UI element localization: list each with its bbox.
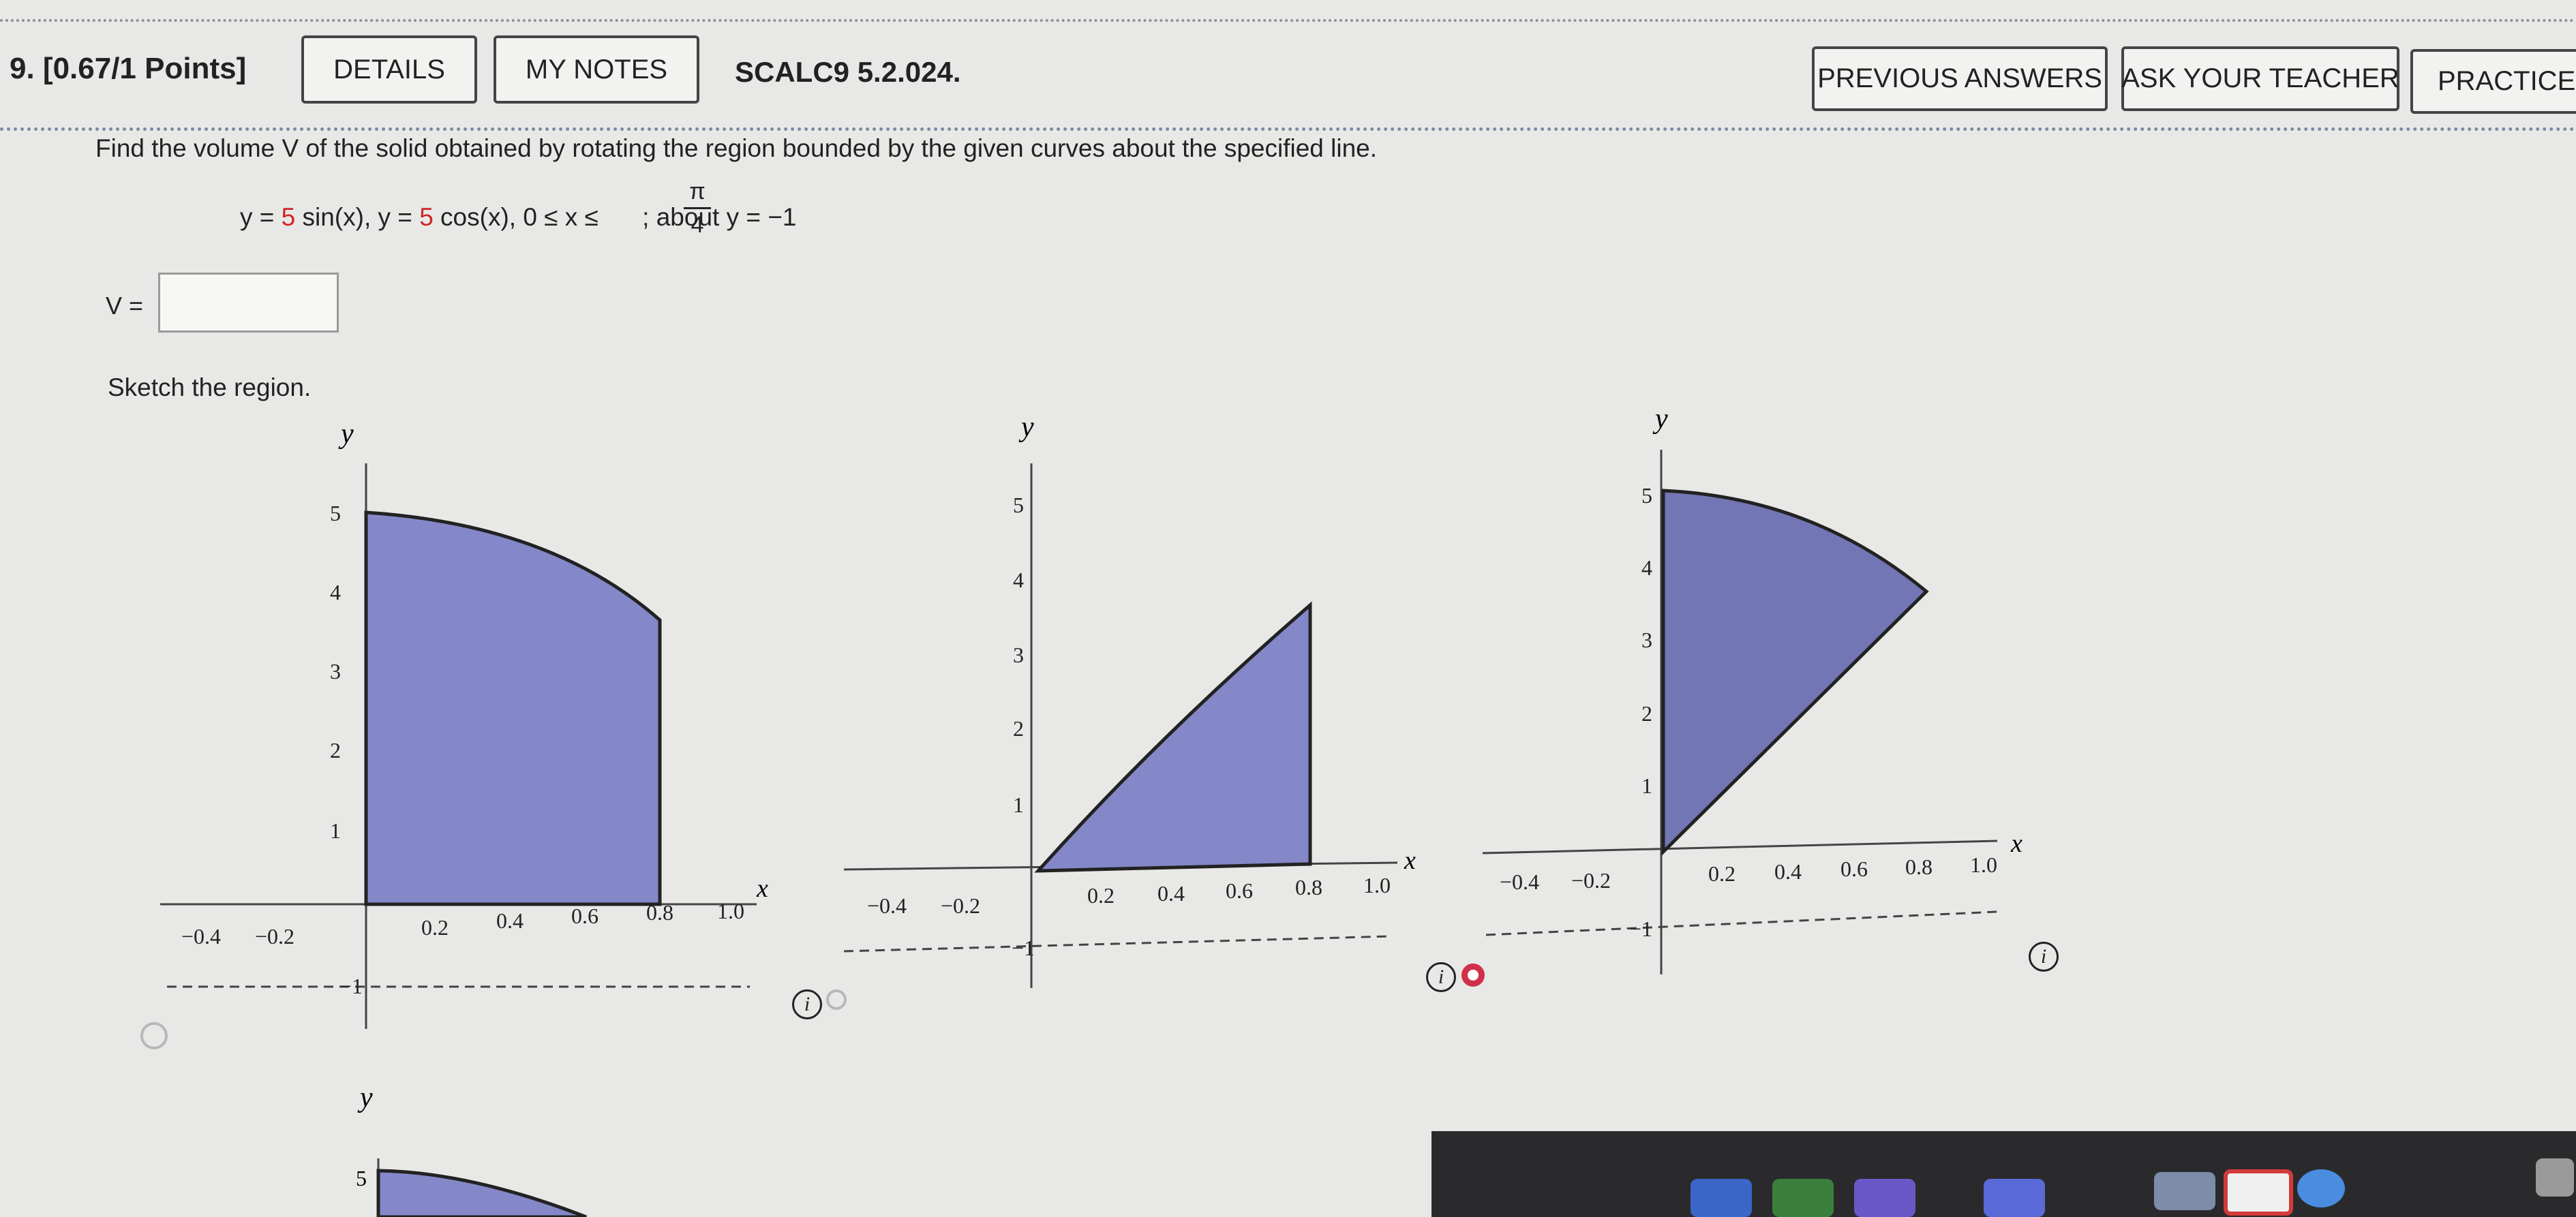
line-y-neg1: [843, 935, 1391, 953]
y-tick-neg1: −1: [1012, 936, 1035, 960]
previous-answers-button[interactable]: PREVIOUS ANSWERS: [1812, 46, 2108, 111]
sketch-label: Sketch the region.: [108, 373, 312, 401]
info-icon[interactable]: i: [792, 989, 822, 1019]
y-axis-label: y: [1018, 412, 1034, 443]
x-tick-10: 1.0: [1363, 873, 1391, 897]
x-tick-06: 0.6: [571, 904, 598, 928]
shaded-region: [364, 510, 662, 906]
practice-button[interactable]: PRACTICE AN: [2410, 49, 2576, 114]
x-tick-neg02: −0.2: [255, 924, 294, 949]
x-tick-10: 1.0: [1970, 852, 1997, 877]
top-dotted-rule: [0, 19, 2576, 22]
y-tick-1: 1: [1013, 792, 1024, 817]
x-tick-06: 0.6: [1226, 878, 1253, 903]
graph-option-2: y x 1 2 3 4 5 −1 −0.4 −0.2 0.2 0.4 0.6 0…: [843, 412, 1416, 988]
y-tick-4: 4: [1641, 555, 1652, 580]
dock-app-icon[interactable]: [1772, 1179, 1834, 1217]
x-axis-label: x: [2010, 829, 2022, 858]
fraction-bar: [684, 207, 711, 209]
x-tick-04: 0.4: [1774, 859, 1802, 884]
question-number: 9. [0.67/1 Points]: [10, 52, 247, 85]
problem-prompt: Find the volume V of the solid obtained …: [95, 134, 1378, 162]
y-tick-3: 3: [330, 659, 341, 683]
x-tick-08: 0.8: [646, 900, 673, 925]
y-tick-4: 4: [330, 580, 341, 604]
y-axis-label: y: [1652, 403, 1668, 435]
shaded-region: [1661, 489, 1929, 856]
x-tick-neg02: −0.2: [1571, 868, 1611, 893]
volume-input[interactable]: [158, 273, 339, 333]
y-tick-3: 3: [1013, 643, 1024, 667]
dock-app-icon[interactable]: [1984, 1179, 2045, 1217]
y-tick-5: 5: [1641, 483, 1652, 508]
shaded-region: [376, 1169, 587, 1217]
details-button[interactable]: DETAILS: [301, 35, 477, 104]
problem-equation: y = 5 sin(x), y = 5 cos(x), 0 ≤ x ≤ ; ab…: [240, 203, 797, 231]
y-tick-5: 5: [356, 1166, 367, 1190]
x-tick-08: 0.8: [1905, 854, 1933, 879]
x-axis-label: x: [1404, 846, 1416, 875]
mail-icon[interactable]: [2224, 1169, 2293, 1216]
graph-option-3: y x 1 2 3 4 5 −1 −0.4 −0.2 0.2 0.4 0.6 0…: [1482, 403, 2022, 974]
graph-option-1: y x 1 2 3 4 5 −1 −0.4 −0.2 0.2 0.4 0.6 0…: [160, 418, 768, 1029]
volume-label: V =: [106, 292, 144, 320]
y-tick-neg1: −1: [1629, 916, 1652, 941]
graph-option-4: y 5: [356, 1082, 587, 1217]
coefficient-2: 5: [419, 203, 434, 231]
y-tick-1: 1: [330, 818, 341, 843]
x-tick-neg02: −0.2: [941, 893, 980, 918]
x-tick-02: 0.2: [1708, 861, 1736, 886]
y-axis-label: y: [357, 1082, 373, 1113]
x-tick-04: 0.4: [496, 908, 524, 933]
x-tick-neg04: −0.4: [867, 893, 907, 918]
y-tick-1: 1: [1641, 773, 1652, 798]
dock-app-icon[interactable]: [2154, 1172, 2215, 1210]
y-tick-5: 5: [1013, 493, 1024, 517]
x-tick-neg04: −0.4: [181, 924, 221, 949]
header-separator: [0, 127, 2576, 131]
x-tick-02: 0.2: [421, 915, 449, 940]
x-tick-10: 1.0: [717, 899, 744, 923]
x-tick-04: 0.4: [1157, 881, 1185, 906]
y-tick-3: 3: [1641, 628, 1652, 652]
info-icon[interactable]: i: [2029, 942, 2059, 972]
y-axis-label: y: [338, 418, 354, 450]
coefficient-1: 5: [281, 203, 296, 231]
info-icon[interactable]: i: [1426, 962, 1456, 992]
my-notes-button[interactable]: MY NOTES: [494, 35, 699, 104]
dock-app-icon[interactable]: [1854, 1179, 1915, 1217]
x-tick-06: 0.6: [1840, 857, 1868, 881]
x-tick-02: 0.2: [1087, 883, 1115, 908]
y-tick-2: 2: [1013, 716, 1024, 741]
upper-limit-fraction: π 4: [684, 179, 711, 238]
x-axis-label: x: [756, 874, 768, 903]
ask-teacher-button[interactable]: ASK YOUR TEACHER: [2121, 46, 2399, 111]
y-tick-neg1: −1: [339, 974, 363, 998]
graph-option-0-radio[interactable]: [140, 1022, 168, 1049]
x-tick-neg04: −0.4: [1500, 869, 1539, 894]
y-tick-2: 2: [1641, 701, 1652, 726]
x-tick-08: 0.8: [1295, 875, 1322, 899]
fraction-numerator: π: [689, 179, 706, 204]
shaded-region: [1034, 601, 1312, 873]
dock-app-icon[interactable]: [1691, 1179, 1752, 1217]
y-tick-5: 5: [330, 501, 341, 525]
x-axis: [1482, 839, 1998, 854]
y-tick-2: 2: [330, 738, 341, 762]
line-y-neg1: [1485, 910, 1998, 936]
problem-code: SCALC9 5.2.024.: [735, 56, 961, 88]
trash-icon[interactable]: [2536, 1158, 2574, 1197]
y-tick-4: 4: [1013, 568, 1024, 592]
fraction-denominator: 4: [691, 212, 704, 238]
browser-icon[interactable]: [2297, 1169, 2345, 1207]
